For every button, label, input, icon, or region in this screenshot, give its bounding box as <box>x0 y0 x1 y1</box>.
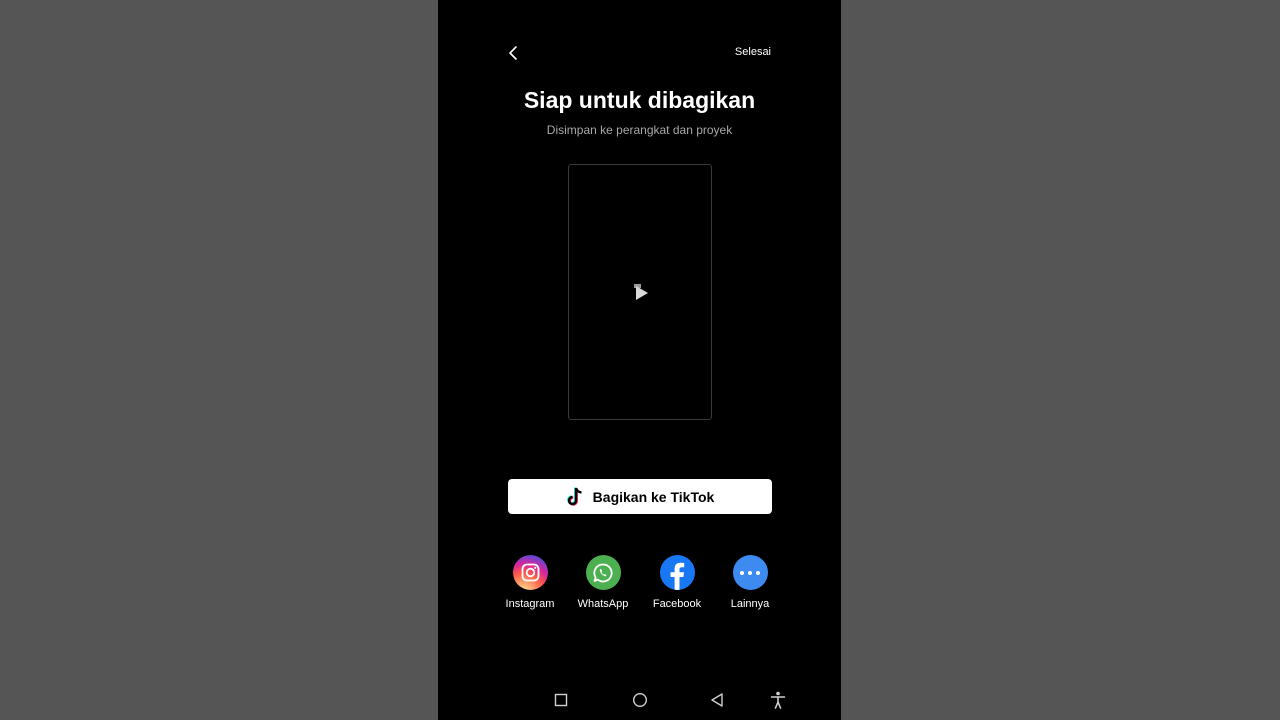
share-facebook-button[interactable]: Facebook <box>645 555 709 610</box>
play-icon <box>634 284 648 300</box>
page-subtitle: Disimpan ke perangkat dan proyek <box>546 123 733 137</box>
recents-button[interactable] <box>547 686 575 714</box>
back-button[interactable] <box>502 42 524 64</box>
facebook-icon <box>659 555 695 590</box>
tiktok-icon <box>566 486 582 506</box>
back-triangle-icon <box>711 693 723 707</box>
share-instagram-button[interactable]: Instagram <box>498 555 562 610</box>
accessibility-button[interactable] <box>764 686 792 714</box>
chevron-left-icon <box>509 46 517 60</box>
share-whatsapp-label: WhatsApp <box>577 598 629 610</box>
share-apps-row: Instagram WhatsApp Facebook Lainnya <box>500 555 780 615</box>
done-button[interactable]: Selesai <box>735 46 771 58</box>
share-whatsapp-button[interactable]: WhatsApp <box>571 555 635 610</box>
video-preview[interactable] <box>568 164 712 420</box>
share-more-label: Lainnya <box>730 598 770 610</box>
page-title: Siap untuk dibagikan <box>523 87 756 113</box>
system-back-button[interactable] <box>703 686 731 714</box>
share-facebook-label: Facebook <box>652 598 702 610</box>
instagram-icon <box>512 555 548 590</box>
whatsapp-icon <box>585 555 621 590</box>
more-icon <box>732 555 768 590</box>
share-tiktok-label: Bagikan ke TikTok <box>592 488 715 505</box>
home-icon <box>632 692 648 708</box>
accessibility-icon <box>770 691 786 709</box>
share-instagram-label: Instagram <box>505 598 555 610</box>
phone-screen: Selesai Siap untuk dibagikan Disimpan ke… <box>438 0 841 720</box>
home-button[interactable] <box>626 686 654 714</box>
share-tiktok-button[interactable]: Bagikan ke TikTok <box>508 479 772 514</box>
system-nav-bar <box>438 686 841 714</box>
recents-icon <box>554 693 568 707</box>
share-more-button[interactable]: Lainnya <box>718 555 782 610</box>
